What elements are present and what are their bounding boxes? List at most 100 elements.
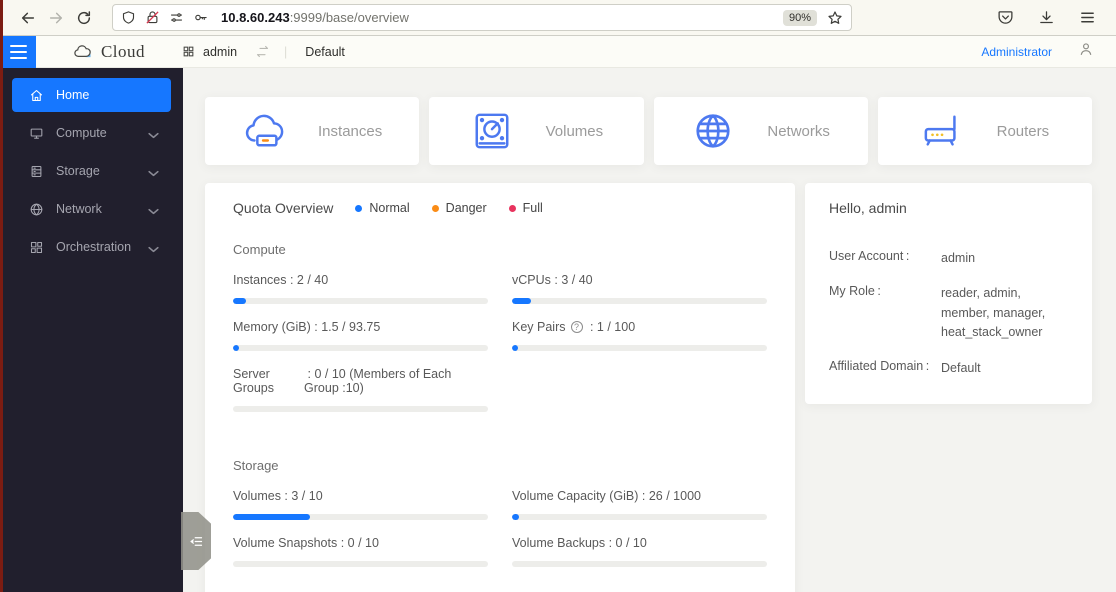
shield-icon[interactable] bbox=[121, 10, 136, 25]
back-button[interactable] bbox=[14, 4, 42, 32]
user-info-value: Default bbox=[941, 360, 981, 375]
home-icon bbox=[30, 89, 43, 101]
browser-toolbar: 10.8.60.243:9999/base/overview 90% bbox=[0, 0, 1116, 36]
legend-dot bbox=[355, 204, 363, 212]
console-drawer-handle[interactable] bbox=[181, 512, 211, 570]
legend-normal: Normal bbox=[355, 201, 410, 215]
progress-bar bbox=[233, 298, 488, 304]
switch-project-icon[interactable] bbox=[255, 44, 270, 59]
user-info-value: admin bbox=[941, 251, 976, 265]
card-volumes[interactable]: Volumes bbox=[429, 97, 644, 165]
user-info-label: My Role : bbox=[829, 284, 881, 299]
url-path: :9999/base/overview bbox=[289, 10, 409, 25]
progress-fill bbox=[233, 298, 246, 304]
administrator-link[interactable]: Administrator bbox=[981, 45, 1052, 59]
progress-bar bbox=[233, 561, 488, 567]
permissions-icon[interactable] bbox=[169, 10, 184, 25]
pocket-icon[interactable] bbox=[997, 9, 1014, 26]
quota-item-label: Volume Snapshots : 0 / 10 bbox=[233, 536, 379, 550]
progress-fill bbox=[233, 345, 239, 351]
progress-bar bbox=[512, 345, 767, 351]
cloud-logo-icon bbox=[74, 44, 91, 57]
sidebar-toggle-button[interactable] bbox=[0, 35, 36, 68]
project-switcher[interactable]: admin | Default bbox=[182, 44, 345, 59]
quota-item-label: Volumes : 3 / 10 bbox=[233, 489, 323, 503]
quota-item-volume-capacity-gib-: Volume Capacity (GiB) : 26 / 1000 bbox=[512, 489, 767, 520]
card-label: Volumes bbox=[545, 122, 604, 140]
card-networks[interactable]: Networks bbox=[653, 97, 868, 165]
user-info-card: Hello, admin User Account : admin My Role … bbox=[805, 183, 1092, 404]
user-info-row: My Role : reader, admin, member, manager,… bbox=[829, 284, 1068, 342]
key-icon[interactable] bbox=[193, 10, 208, 25]
quota-section-title: Compute bbox=[233, 242, 286, 257]
progress-fill bbox=[512, 298, 532, 304]
sidebar-item-network[interactable]: Network bbox=[12, 192, 171, 226]
quota-legend: Normal Danger Full bbox=[355, 201, 543, 215]
sidebar-item-home[interactable]: Home bbox=[12, 78, 171, 112]
progress-bar bbox=[512, 298, 767, 304]
sidebar-item-label: Orchestration bbox=[56, 240, 132, 254]
card-label: Networks bbox=[767, 122, 830, 140]
quota-item-volume-snapshots: Volume Snapshots : 0 / 10 bbox=[233, 536, 488, 567]
sidebar-item-label: Network bbox=[56, 202, 102, 216]
quota-section-title: Storage bbox=[233, 458, 279, 473]
url-text[interactable]: 10.8.60.243:9999/base/overview bbox=[221, 10, 409, 25]
user-info-label: User Account : bbox=[829, 249, 910, 263]
legend-danger: Danger bbox=[431, 201, 487, 215]
quota-overview-card: Quota Overview Normal Danger Full Compute I… bbox=[205, 183, 795, 592]
compute-icon bbox=[30, 128, 43, 139]
quota-overview-title: Quota Overview bbox=[233, 200, 334, 216]
insecure-lock-icon[interactable] bbox=[145, 10, 160, 25]
quota-item-instances: Instances : 2 / 40 bbox=[233, 273, 488, 304]
quota-item-label: vCPUs : 3 / 40 bbox=[512, 273, 593, 287]
legend-dot bbox=[431, 204, 439, 212]
sidebar-item-orchestration[interactable]: Orchestration bbox=[12, 230, 171, 264]
quota-item-label: Memory (GiB) : 1.5 / 93.75 bbox=[233, 320, 381, 334]
legend-full: Full bbox=[508, 201, 543, 215]
user-info-row: Affiliated Domain : Default bbox=[829, 359, 1068, 378]
progress-bar bbox=[233, 345, 488, 351]
sidebar-nav: Home Compute Storage Network Orchestration bbox=[0, 68, 183, 592]
chevron-down-icon bbox=[148, 208, 159, 214]
chevron-down-icon bbox=[148, 246, 159, 252]
user-info-label: Affiliated Domain : bbox=[829, 358, 930, 373]
quota-item-label: Volume Capacity (GiB) : 26 / 1000 bbox=[512, 489, 701, 503]
quota-item-memory-gib-: Memory (GiB) : 1.5 / 93.75 bbox=[233, 320, 488, 351]
arrow-right-icon bbox=[49, 12, 63, 23]
chevron-down-icon bbox=[148, 170, 159, 176]
orchestration-icon bbox=[30, 241, 43, 253]
project-grid-icon bbox=[183, 46, 194, 57]
sidebar-item-storage[interactable]: Storage bbox=[12, 154, 171, 188]
forward-button[interactable] bbox=[42, 4, 70, 32]
greeting-text: Hello, admin bbox=[829, 200, 907, 216]
user-avatar[interactable] bbox=[1078, 41, 1094, 62]
app-header: Cloud admin | Default Administrator bbox=[0, 35, 1116, 68]
instances-icon bbox=[245, 114, 284, 147]
sidebar-item-label: Compute bbox=[56, 126, 107, 140]
progress-bar bbox=[512, 514, 767, 520]
volumes-icon bbox=[475, 113, 509, 149]
address-bar[interactable]: 10.8.60.243:9999/base/overview 90% bbox=[112, 4, 852, 31]
networks-icon bbox=[696, 114, 730, 148]
app-logo-text: Cloud bbox=[100, 41, 146, 61]
help-icon[interactable]: ? bbox=[570, 321, 583, 333]
user-info-row: User Account : admin bbox=[829, 249, 1068, 268]
reload-icon bbox=[77, 10, 91, 24]
progress-fill bbox=[512, 514, 519, 520]
quota-item-label: Server Groups : 0 / 10 (Members of Each … bbox=[233, 367, 452, 395]
card-routers[interactable]: Routers bbox=[877, 97, 1092, 165]
bookmark-star-icon[interactable] bbox=[827, 10, 843, 26]
reload-button[interactable] bbox=[70, 4, 98, 32]
menu-icon[interactable] bbox=[1079, 9, 1096, 26]
sidebar-item-label: Storage bbox=[56, 164, 100, 178]
progress-bar bbox=[233, 514, 488, 520]
sidebar-item-compute[interactable]: Compute bbox=[12, 116, 171, 150]
person-icon bbox=[1080, 43, 1092, 55]
card-instances[interactable]: Instances bbox=[205, 97, 420, 165]
zoom-level-badge[interactable]: 90% bbox=[782, 9, 817, 26]
app-logo: Cloud bbox=[36, 42, 182, 62]
progress-fill bbox=[512, 345, 518, 351]
quota-item-label: Key Pairs? : 1 / 100 bbox=[512, 320, 636, 334]
user-info-value: reader, admin, member, manager, heat_sta… bbox=[941, 286, 1046, 340]
download-icon[interactable] bbox=[1038, 9, 1055, 26]
